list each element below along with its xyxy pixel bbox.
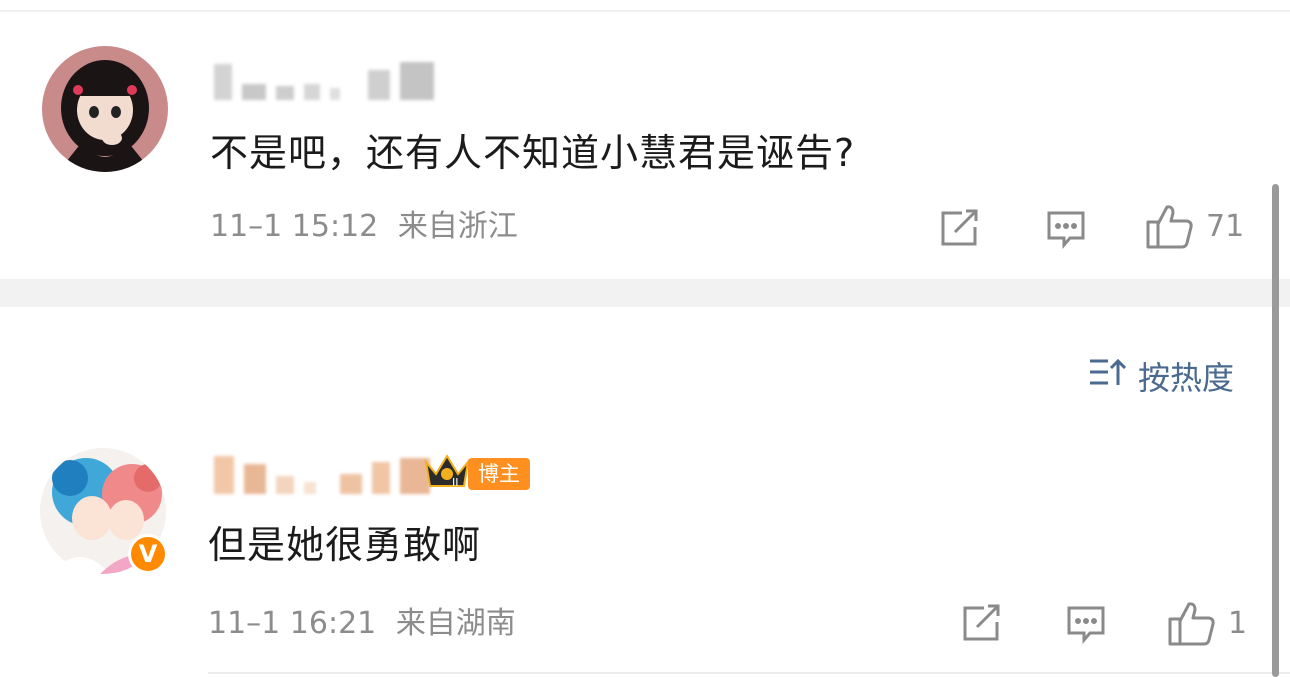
reply-button[interactable] [1066, 604, 1106, 644]
username-blurred[interactable] [214, 454, 430, 494]
scrollbar[interactable] [1272, 184, 1279, 677]
comment-divider [208, 672, 1290, 674]
blogger-badge: 博主 [468, 458, 530, 490]
comment-meta: 11–1 15:12 来自浙江 [210, 209, 518, 245]
share-button[interactable] [962, 604, 1002, 642]
sort-by-hot-button[interactable]: 按热度 [1088, 353, 1234, 399]
verified-badge: V [128, 534, 168, 574]
username-blurred[interactable] [214, 60, 434, 100]
share-icon [962, 604, 1002, 642]
sort-label: 按热度 [1138, 359, 1235, 397]
comment-text: 但是她很勇敢啊 [208, 523, 482, 567]
crown-icon: II [422, 452, 472, 496]
comment-location: 来自浙江 [397, 209, 518, 244]
like-count: 1 [1228, 605, 1248, 641]
share-button[interactable] [940, 209, 980, 247]
like-button[interactable]: 1 [1168, 600, 1247, 646]
top-divider [0, 10, 1290, 12]
like-count: 71 [1206, 208, 1245, 244]
comment-icon [1066, 604, 1106, 644]
comment-text: 不是吧，还有人不知道小慧君是诬告? [210, 131, 856, 175]
comment-meta: 11–1 16:21 来自湖南 [208, 606, 516, 642]
section-divider [0, 279, 1290, 307]
avatar[interactable] [42, 46, 168, 172]
reply-button[interactable] [1046, 209, 1086, 249]
comment-location: 来自湖南 [395, 606, 516, 641]
comment-time: 11–1 16:21 [208, 606, 377, 641]
svg-text:II: II [452, 476, 459, 489]
like-button[interactable]: 71 [1146, 203, 1244, 249]
comment-time: 11–1 15:12 [210, 209, 379, 244]
sort-icon [1088, 357, 1138, 395]
thumbs-up-icon [1146, 203, 1194, 249]
thumbs-up-icon [1168, 600, 1216, 646]
share-icon [940, 209, 980, 247]
comment-icon [1046, 209, 1086, 249]
